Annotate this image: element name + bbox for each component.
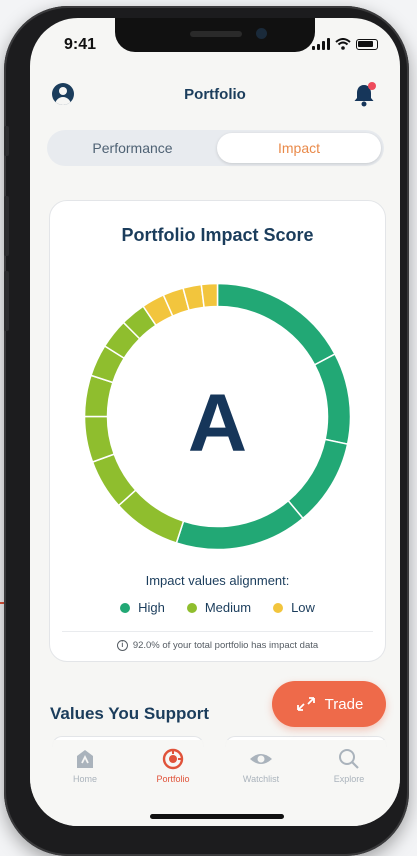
alignment-label: Impact values alignment:	[145, 573, 290, 588]
status-time: 9:41	[64, 36, 97, 53]
legend-high-label: High	[138, 600, 165, 615]
app-screen: 9:41 Portfolio Performance Impact Portfo…	[30, 18, 400, 826]
legend-medium-label: Medium	[204, 600, 252, 615]
trade-arrows-icon	[296, 697, 315, 711]
tab-explore-label: Explore	[333, 774, 365, 784]
tab-portfolio[interactable]: Portfolio	[138, 748, 208, 784]
home-indicator	[150, 814, 284, 819]
volume-up-button	[4, 196, 9, 256]
divider	[62, 631, 373, 632]
eye-icon	[250, 754, 272, 764]
speaker	[190, 31, 242, 37]
legend: High Medium Low	[50, 600, 385, 615]
front-camera	[256, 28, 267, 39]
tab-home[interactable]: Home	[50, 748, 120, 784]
high-dot	[120, 602, 131, 613]
status-icons	[312, 38, 378, 50]
notch	[115, 18, 315, 52]
donut-segment-low	[200, 282, 219, 309]
tab-explore[interactable]: Explore	[314, 748, 384, 784]
legend-low: Low	[273, 600, 315, 615]
tab-impact[interactable]: Impact	[217, 133, 381, 163]
tab-watchlist[interactable]: Watchlist	[226, 748, 296, 784]
card-title: Portfolio Impact Score	[121, 225, 314, 245]
values-section-title: Values You Support	[50, 704, 210, 723]
info-icon[interactable]: i	[116, 640, 128, 651]
info-text: 92.0% of your total portfolio has impact…	[132, 640, 319, 651]
tab-home-label: Home	[72, 774, 97, 784]
signal-icon	[312, 38, 330, 50]
portfolio-icon	[162, 748, 184, 770]
donut-segment-high	[175, 499, 305, 551]
trade-button[interactable]: Trade	[272, 681, 386, 727]
info-note: i 92.0% of your total portfolio has impa…	[50, 640, 385, 651]
mute-switch	[4, 126, 9, 156]
bell-icon[interactable]	[352, 80, 378, 108]
wifi-icon	[335, 38, 351, 50]
low-dot	[273, 602, 284, 613]
tab-portfolio-label: Portfolio	[156, 774, 190, 784]
legend-high: High	[120, 600, 165, 615]
impact-score-card: Portfolio Impact Score A Impact values a…	[49, 200, 386, 662]
trade-button-label: Trade	[324, 695, 364, 713]
legend-medium: Medium	[186, 600, 252, 615]
medium-dot	[186, 602, 197, 613]
tab-watchlist-label: Watchlist	[242, 774, 280, 784]
donut-segment-high	[216, 282, 336, 366]
page-title: Portfolio	[184, 86, 246, 103]
tab-performance[interactable]: Performance	[50, 133, 215, 163]
donut-segment-medium	[117, 489, 185, 544]
view-toggle: Performance Impact	[47, 130, 384, 166]
home-icon	[77, 750, 93, 768]
search-icon	[339, 749, 359, 769]
legend-low-label: Low	[291, 600, 315, 615]
impact-grade: A	[187, 378, 248, 469]
header: Portfolio	[30, 78, 400, 118]
volume-down-button	[4, 271, 9, 331]
battery-icon	[356, 38, 378, 50]
